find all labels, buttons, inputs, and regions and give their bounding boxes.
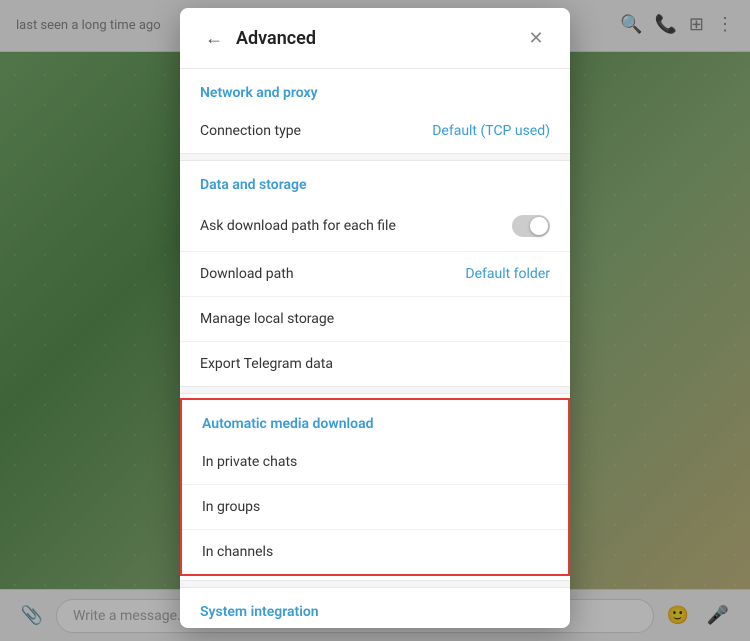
back-button[interactable]: ← [200, 24, 228, 52]
channels-row[interactable]: In channels [182, 530, 568, 574]
groups-row[interactable]: In groups [182, 485, 568, 530]
download-path-row[interactable]: Download path Default folder [180, 252, 570, 297]
export-telegram-data-label: Export Telegram data [200, 356, 550, 372]
divider-2 [180, 386, 570, 394]
connection-type-row[interactable]: Connection type Default (TCP used) [180, 109, 570, 153]
manage-local-storage-label: Manage local storage [200, 311, 550, 327]
modal-header: ← Advanced ✕ [180, 8, 570, 69]
manage-local-storage-row[interactable]: Manage local storage [180, 297, 570, 342]
close-button[interactable]: ✕ [522, 24, 550, 52]
system-header: System integration [180, 588, 570, 628]
network-section: Network and proxy Connection type Defaul… [180, 69, 570, 153]
private-chats-label: In private chats [202, 454, 548, 470]
export-telegram-data-row[interactable]: Export Telegram data [180, 342, 570, 386]
advanced-modal: ← Advanced ✕ Network and proxy Connectio… [180, 8, 570, 628]
modal-title: Advanced [236, 28, 522, 49]
auto-media-section: Automatic media download In private chat… [180, 398, 570, 576]
groups-label: In groups [202, 499, 548, 515]
download-path-value[interactable]: Default folder [465, 266, 550, 282]
data-storage-header: Data and storage [180, 161, 570, 201]
data-storage-section: Data and storage Ask download path for e… [180, 161, 570, 386]
divider-3 [180, 580, 570, 588]
download-path-label: Download path [200, 266, 465, 282]
connection-type-value[interactable]: Default (TCP used) [432, 123, 550, 139]
download-path-toggle-row[interactable]: Ask download path for each file [180, 201, 570, 252]
download-path-toggle[interactable] [512, 215, 550, 237]
modal-overlay: ← Advanced ✕ Network and proxy Connectio… [0, 0, 750, 641]
network-header: Network and proxy [180, 69, 570, 109]
auto-media-header: Automatic media download [182, 400, 568, 440]
channels-label: In channels [202, 544, 548, 560]
system-section: System integration Call Settings [180, 588, 570, 628]
toggle-thumb [530, 217, 548, 235]
divider-1 [180, 153, 570, 161]
download-path-toggle-label: Ask download path for each file [200, 218, 512, 234]
connection-type-label: Connection type [200, 123, 432, 139]
private-chats-row[interactable]: In private chats [182, 440, 568, 485]
modal-body: Network and proxy Connection type Defaul… [180, 69, 570, 628]
